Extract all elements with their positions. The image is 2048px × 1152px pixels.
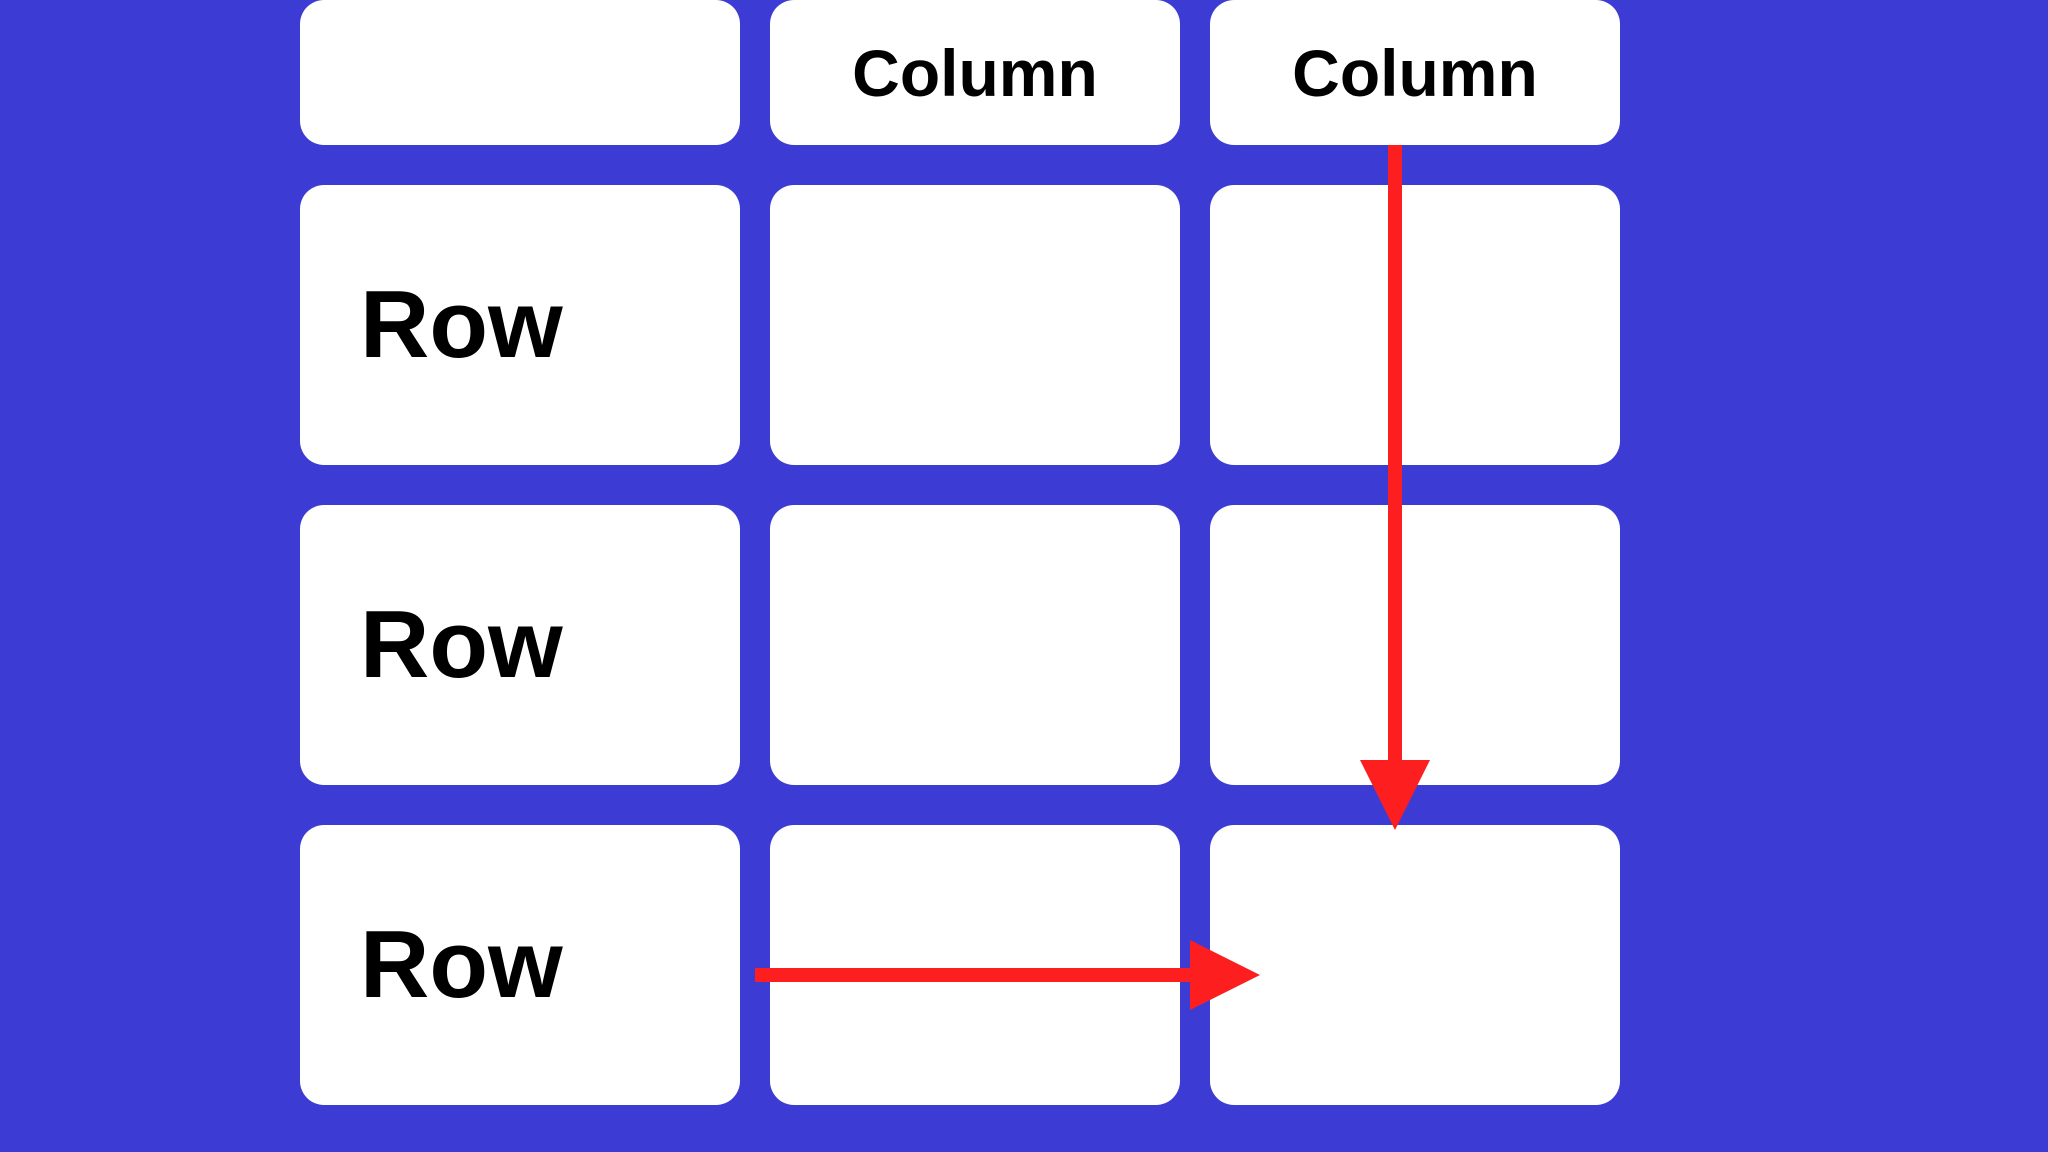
- header-cell-col3: Column: [1210, 0, 1620, 145]
- header-label-2: Column: [852, 35, 1098, 111]
- table-grid: Column Column Row Row Row: [300, 0, 1640, 1105]
- row-label-3: Row: [300, 910, 563, 1020]
- header-cell-empty: [300, 0, 740, 145]
- row-header-1: Row: [300, 185, 740, 465]
- row-label-2: Row: [300, 590, 563, 700]
- header-label-3: Column: [1292, 35, 1538, 111]
- header-row: Column Column: [300, 0, 1640, 145]
- body-row-1: Row: [300, 185, 1640, 465]
- row-header-2: Row: [300, 505, 740, 785]
- data-cell-3-3: [1210, 825, 1620, 1105]
- data-cell-2-3: [1210, 505, 1620, 785]
- data-cell-1-3: [1210, 185, 1620, 465]
- row-header-3: Row: [300, 825, 740, 1105]
- body-row-2: Row: [300, 505, 1640, 785]
- header-cell-col2: Column: [770, 0, 1180, 145]
- row-label-1: Row: [300, 270, 563, 380]
- data-cell-3-2: [770, 825, 1180, 1105]
- body-row-3: Row: [300, 825, 1640, 1105]
- data-cell-1-2: [770, 185, 1180, 465]
- data-cell-2-2: [770, 505, 1180, 785]
